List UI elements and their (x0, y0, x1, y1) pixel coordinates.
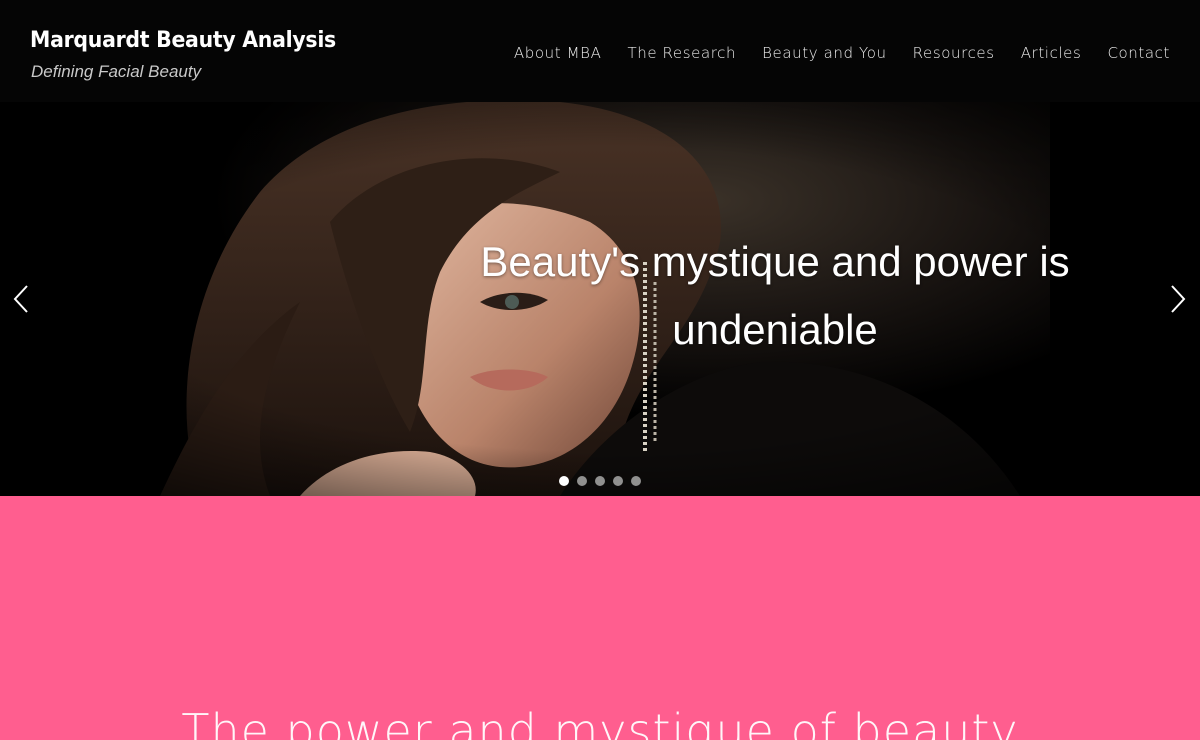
prev-slide-button[interactable] (9, 282, 33, 316)
hero-caption-line-1: Beauty's mystique and power is (480, 238, 1070, 285)
nav-item-resources[interactable]: Resources (913, 44, 995, 62)
section-heading: The power and mystique of beauty (181, 704, 1019, 740)
hero-slider: Beauty's mystique and power is undeniabl… (0, 102, 1200, 496)
slide-dot-4[interactable] (613, 476, 623, 486)
main-nav: About MBA The Research Beauty and You Re… (514, 44, 1170, 62)
hero-caption-line-2: undeniable (672, 306, 878, 353)
slide-dot-3[interactable] (595, 476, 605, 486)
nav-item-the-research[interactable]: The Research (627, 44, 736, 62)
chevron-left-icon (13, 285, 28, 313)
site-header: Marquardt Beauty Analysis Defining Facia… (0, 0, 1200, 102)
slide-indicators (559, 476, 641, 486)
site-tagline: Defining Facial Beauty (31, 62, 202, 81)
slide-dot-2[interactable] (577, 476, 587, 486)
slide-dot-5[interactable] (631, 476, 641, 486)
chevron-right-icon (1171, 285, 1186, 313)
hero-caption: Beauty's mystique and power is undeniabl… (440, 228, 1110, 364)
site-title[interactable]: Marquardt Beauty Analysis (30, 28, 336, 53)
intro-section: The power and mystique of beauty (0, 496, 1200, 740)
nav-item-beauty-and-you[interactable]: Beauty and You (762, 44, 887, 62)
nav-item-about-mba[interactable]: About MBA (514, 44, 602, 62)
nav-item-contact[interactable]: Contact (1107, 44, 1170, 62)
nav-item-articles[interactable]: Articles (1021, 44, 1082, 62)
slide-dot-1[interactable] (559, 476, 569, 486)
next-slide-button[interactable] (1166, 282, 1190, 316)
